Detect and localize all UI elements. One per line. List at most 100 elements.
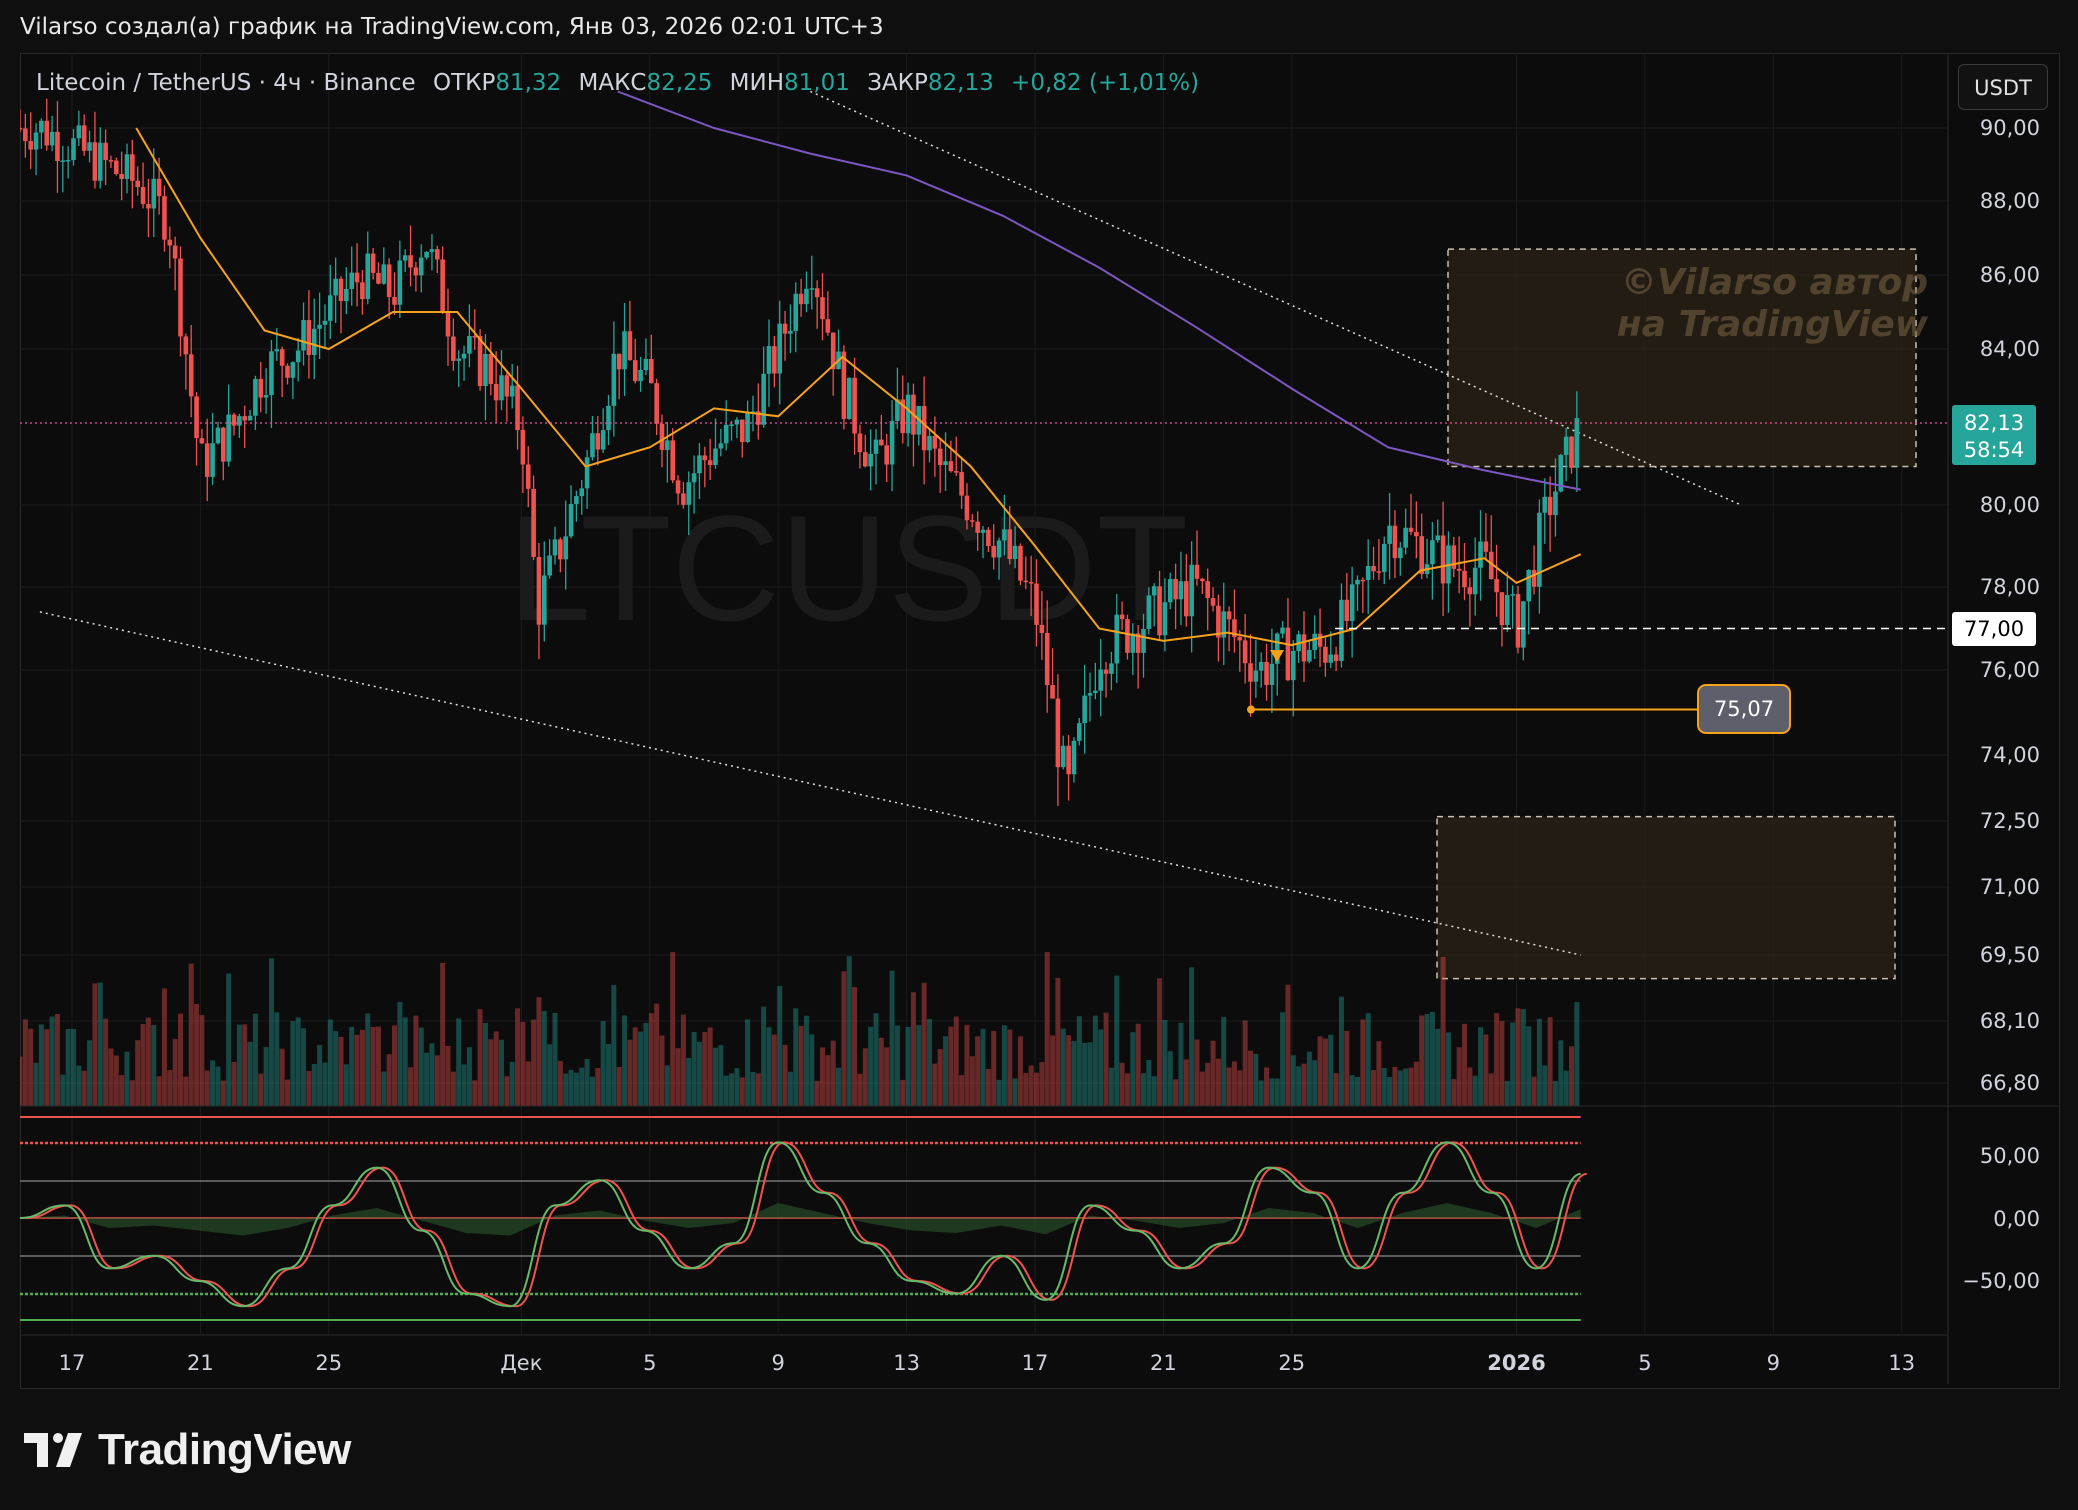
price-scale[interactable]: 90,00 88,00 86,00 84,00 80,00 78,00 76,00 74,00… bbox=[1980, 116, 2040, 1095]
symbol-legend[interactable]: Litecoin / TetherUS · 4ч · Binance ОТКР8… bbox=[36, 70, 1199, 96]
volume-bar bbox=[1034, 1072, 1039, 1106]
volume-bar bbox=[477, 1009, 483, 1106]
volume-bar bbox=[670, 952, 676, 1106]
tradingview-logo[interactable]: TradingView bbox=[24, 1425, 351, 1475]
current-price-label: 82,13 58:54 bbox=[1952, 405, 2036, 465]
chart-canvas[interactable]: LTCUSDT 90,0088,0086,0084,0080,0078,0076… bbox=[20, 53, 2060, 1389]
candle-body bbox=[723, 424, 729, 444]
volume-bar bbox=[1167, 1051, 1173, 1106]
candle-body bbox=[1044, 632, 1050, 686]
volume-bar bbox=[28, 1028, 34, 1106]
volume-bar bbox=[1087, 1042, 1093, 1106]
volume-bar bbox=[793, 1008, 799, 1106]
candle-body bbox=[440, 259, 445, 314]
candle-body bbox=[392, 297, 397, 305]
time-axis-label: 21 bbox=[1150, 1351, 1177, 1375]
candle-body bbox=[97, 142, 103, 181]
volume-bar bbox=[311, 1063, 317, 1106]
price-marker-label[interactable]: 75,07 bbox=[1697, 684, 1791, 734]
candle-body bbox=[606, 405, 611, 431]
volume-bar bbox=[996, 1079, 1002, 1106]
candle-body bbox=[151, 178, 157, 209]
candle-body bbox=[884, 445, 889, 465]
volume-bar bbox=[1157, 978, 1163, 1106]
volume-bar bbox=[910, 992, 916, 1106]
volume-bar bbox=[1317, 1036, 1323, 1106]
volume-bar bbox=[852, 987, 858, 1106]
volume-bar bbox=[413, 1015, 419, 1106]
volume-bar bbox=[440, 962, 446, 1106]
oscillator-scale-label: 0,00 bbox=[1993, 1207, 2040, 1231]
candle-body bbox=[788, 330, 793, 334]
volume-bar bbox=[1039, 1062, 1045, 1106]
price-marker-dot bbox=[1247, 705, 1255, 714]
candle-body bbox=[290, 362, 296, 378]
volume-bar bbox=[1365, 1013, 1371, 1106]
volume-bar bbox=[654, 1003, 660, 1106]
candle-body bbox=[1531, 569, 1537, 587]
volume-bar bbox=[1494, 1013, 1500, 1106]
volume-bar bbox=[1173, 1079, 1179, 1106]
time-axis[interactable]: 17 21 25 Дек 5 9 13 17 21 25 2026 5 9 13 bbox=[59, 1351, 1915, 1375]
volume-bar bbox=[723, 1075, 729, 1106]
volume-bar bbox=[1547, 1017, 1553, 1106]
volume-bar bbox=[1376, 1041, 1382, 1106]
candle-body bbox=[1018, 545, 1023, 581]
volume-bar bbox=[108, 1048, 114, 1106]
volume-bar bbox=[1552, 1080, 1558, 1106]
currency-button[interactable]: USDT bbox=[1958, 64, 2048, 110]
volume-bar bbox=[1124, 1073, 1130, 1106]
time-axis-label: 25 bbox=[1278, 1351, 1305, 1375]
volume-bar bbox=[1055, 977, 1061, 1106]
volume-bar bbox=[520, 1021, 526, 1106]
volume-bar bbox=[1424, 1014, 1430, 1106]
volume-bar bbox=[536, 997, 542, 1106]
candle-body bbox=[1119, 614, 1125, 620]
volume-bar bbox=[161, 988, 167, 1106]
volume-bar bbox=[1248, 1050, 1253, 1106]
candle-body bbox=[1333, 654, 1339, 661]
candle-body bbox=[1093, 690, 1098, 694]
candle-body bbox=[1349, 584, 1355, 622]
volume-bar bbox=[1183, 1059, 1189, 1106]
candle-body bbox=[654, 383, 659, 424]
candle-body bbox=[627, 331, 633, 361]
candle-body bbox=[338, 278, 344, 302]
candle-body bbox=[879, 439, 884, 446]
author-watermark-line1: ©Vilarso автор bbox=[1620, 262, 1928, 303]
candle-body bbox=[1392, 525, 1398, 559]
volume-bar bbox=[1403, 1068, 1409, 1106]
candle-body bbox=[1237, 637, 1243, 641]
candle-body bbox=[622, 331, 627, 370]
price-scale-label: 90,00 bbox=[1980, 116, 2040, 140]
candle-body bbox=[1435, 535, 1441, 541]
candle-body bbox=[509, 385, 515, 397]
time-axis-label: 2026 bbox=[1487, 1351, 1545, 1375]
volume-bar bbox=[236, 1024, 242, 1106]
volume-bar bbox=[493, 1031, 499, 1106]
candle-body bbox=[499, 375, 504, 401]
candle-body bbox=[488, 354, 494, 384]
candle-body bbox=[333, 278, 338, 296]
volume-bar bbox=[1162, 1019, 1168, 1106]
volume-bar bbox=[1344, 1030, 1350, 1106]
candle-body bbox=[194, 396, 199, 439]
chart-attribution: Vilarso создал(а) график на TradingView.… bbox=[20, 14, 884, 40]
volume-bar bbox=[279, 1048, 285, 1106]
volume-bar bbox=[247, 1041, 253, 1106]
volume-bar bbox=[643, 1022, 649, 1106]
grid bbox=[20, 53, 1948, 1335]
volume-bar bbox=[638, 1031, 644, 1106]
candle-body bbox=[734, 419, 740, 425]
candle-body bbox=[1200, 578, 1205, 582]
candle-body bbox=[1087, 693, 1093, 696]
volume-bar bbox=[541, 1010, 547, 1106]
slow-moving-average-line bbox=[617, 90, 1581, 491]
volume-bar bbox=[1103, 1012, 1109, 1106]
volume-bar bbox=[38, 1024, 44, 1106]
volume-bar bbox=[1146, 1059, 1152, 1106]
candle-body bbox=[948, 461, 954, 472]
candle-body bbox=[1291, 650, 1296, 681]
author-watermark-line2: на TradingView bbox=[1616, 304, 1928, 345]
candle-body bbox=[1060, 745, 1066, 768]
